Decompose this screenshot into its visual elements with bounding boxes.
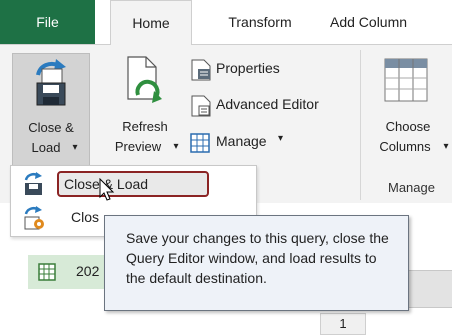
menu-item-highlight[interactable]: Close & Load [57,171,209,197]
query-name: 202 [76,263,100,279]
menu-item-label: Clos [71,209,100,225]
properties-label: Properties [216,60,280,76]
close-load-label-1: Close & [28,120,74,135]
ribbon-tab-bar: File Home Transform Add Column [0,0,452,46]
row-number: 1 [320,313,366,335]
advanced-editor-icon [191,95,211,117]
chevron-down-icon: ▾ [173,141,179,152]
choose-columns-icon [384,58,428,102]
chevron-down-icon: ▾ [278,133,284,144]
tooltip: Save your changes to this query, close t… [104,215,409,311]
tab-home[interactable]: Home [110,0,192,46]
close-load-button[interactable]: Close & Load ▾ [12,53,90,167]
properties-button[interactable]: Properties [190,57,330,83]
manage-label: Manage [216,133,267,149]
close-load-label-2: Load [31,140,61,155]
chevron-down-icon: ▾ [443,141,449,152]
group-label-manage: Manage [388,180,435,195]
refresh-icon [127,56,162,103]
manage-button[interactable]: Manage ▾ [190,130,310,156]
close-load-icon [36,59,66,106]
refresh-preview-button[interactable]: Refresh Preview ▾ [105,53,185,165]
choose-columns-button[interactable]: Choose Columns ▾ [368,53,452,165]
close-load-icon [24,172,42,195]
properties-icon [191,59,211,81]
tab-add-column[interactable]: Add Column [330,0,452,44]
tab-file[interactable]: File [0,0,95,44]
mouse-cursor-icon [99,178,115,201]
advanced-editor-button[interactable]: Advanced Editor [190,93,355,119]
table-icon [38,263,56,281]
advanced-editor-label: Advanced Editor [216,96,319,112]
chevron-down-icon: ▾ [72,142,78,153]
ribbon-separator [360,50,361,200]
tooltip-text: Save your changes to this query, close t… [126,230,389,286]
table-icon [190,133,210,153]
choose-columns-label-2: Columns [379,139,431,154]
tab-transform[interactable]: Transform [205,0,315,44]
refresh-preview-label-2: Preview [114,139,162,154]
choose-columns-label-1: Choose [385,119,431,134]
refresh-preview-label-1: Refresh [122,119,168,134]
close-load-to-icon [24,206,44,230]
